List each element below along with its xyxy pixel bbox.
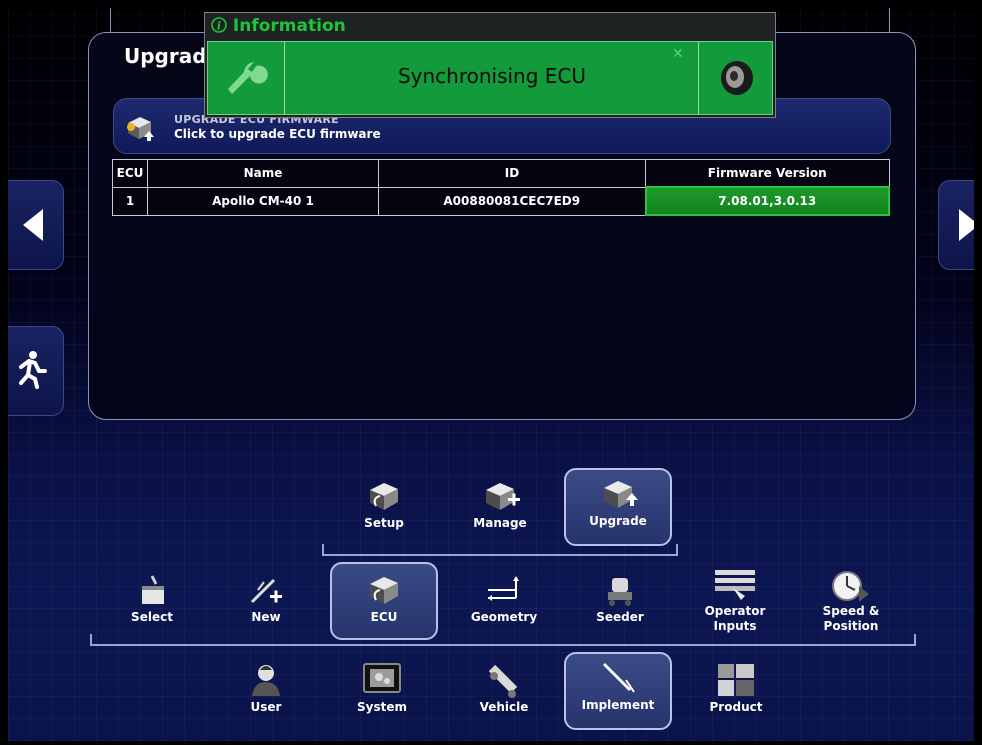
nav-seeder-label: Seeder: [596, 610, 644, 624]
cell-name: Apollo CM-40 1: [147, 186, 379, 216]
nav-product[interactable]: Product: [696, 660, 776, 726]
nav-manage[interactable]: Manage: [464, 470, 536, 548]
vehicle-icon: [488, 664, 518, 698]
exit-icon: [19, 351, 47, 389]
wrench-button[interactable]: [208, 42, 285, 114]
seeder-icon: [608, 578, 632, 606]
nav-upgrade-label: Upgrade: [589, 514, 647, 528]
nav-operator-inputs-label-1: Operator: [704, 604, 766, 618]
speaker-button[interactable]: [698, 42, 773, 114]
nav-system-label: System: [357, 700, 407, 714]
nav-new[interactable]: New: [226, 570, 306, 636]
nav-manage-label: Manage: [473, 516, 527, 530]
svg-text:i: i: [217, 20, 221, 33]
table-header-row: ECU Name ID Firmware Version: [112, 159, 890, 188]
column-header-name: Name: [147, 159, 379, 188]
information-popup: i Information Synchronising ECU ✕: [204, 12, 776, 118]
nav-geometry-label: Geometry: [470, 610, 538, 624]
nav-connector-top: [322, 554, 678, 556]
nav-product-label: Product: [709, 700, 763, 714]
nav-implement[interactable]: Implement: [564, 652, 672, 730]
left-arrow-icon: [23, 209, 43, 241]
nav-connector-top-right: [676, 544, 678, 556]
column-header-firmware: Firmware Version: [645, 159, 890, 188]
nav-speed-position-label-2: Position: [823, 619, 879, 633]
next-page-button[interactable]: [938, 180, 974, 270]
new-implement-icon: [250, 578, 282, 604]
nav-implement-label: Implement: [581, 698, 655, 712]
system-icon: [363, 663, 401, 693]
nav-ecu[interactable]: ECU: [330, 562, 438, 640]
nav-geometry[interactable]: Geometry: [464, 570, 544, 636]
nav-user-label: User: [250, 700, 282, 714]
nav-seeder[interactable]: Seeder: [580, 570, 660, 636]
table-row[interactable]: 1 Apollo CM-40 1 A00880081CEC7ED9 7.08.0…: [112, 186, 890, 216]
nav-vehicle[interactable]: Vehicle: [464, 660, 544, 726]
geometry-icon: [488, 576, 519, 601]
nav-system[interactable]: System: [342, 660, 422, 726]
ecu-table: ECU Name ID Firmware Version 1 Apollo CM…: [112, 159, 890, 216]
speaker-icon: [721, 61, 753, 95]
nav-operator-inputs-label-2: Inputs: [713, 619, 757, 633]
ecu-icon: [370, 577, 398, 604]
information-message: Synchronising ECU: [397, 64, 587, 88]
information-body: Synchronising ECU ✕: [207, 41, 773, 115]
product-icon: [718, 664, 754, 696]
nav-connector-top-left: [322, 544, 324, 556]
implement-icon: [602, 662, 635, 693]
speed-position-icon: [832, 571, 869, 602]
nav-ecu-label: ECU: [370, 610, 398, 624]
information-title: i Information: [211, 16, 346, 36]
nav-vehicle-label: Vehicle: [479, 700, 529, 714]
nav-connector-middle-right: [914, 634, 916, 646]
nav-speed-position-label-1: Speed &: [822, 604, 880, 618]
nav-connector-middle: [90, 644, 916, 646]
nav-setup-label: Setup: [364, 516, 404, 530]
previous-page-button[interactable]: [8, 180, 64, 270]
ecu-setup-icon: [370, 483, 398, 510]
ecu-upgrade-icon: [127, 117, 154, 141]
wrench-icon: [228, 62, 268, 94]
cell-id: A00880081CEC7ED9: [378, 186, 646, 216]
column-header-id: ID: [378, 159, 646, 188]
screen: Upgrad UPGRADE ECU FIRMWARE Click to upg…: [8, 8, 974, 741]
info-icon: i: [211, 17, 227, 33]
user-icon: [252, 665, 280, 696]
nav-select[interactable]: Select: [112, 570, 192, 636]
close-icon[interactable]: ✕: [672, 46, 684, 62]
operator-inputs-icon: [715, 570, 755, 600]
nav-new-label: New: [251, 610, 281, 624]
page-title: Upgrad: [124, 44, 207, 68]
select-icon: [142, 575, 164, 604]
nav-connector-middle-left: [90, 634, 92, 646]
right-arrow-icon: [959, 209, 974, 241]
nav-select-label: Select: [131, 610, 173, 624]
nav-user[interactable]: User: [226, 660, 306, 726]
information-title-text: Information: [232, 16, 346, 36]
cell-firmware: 7.08.01,3.0.13: [644, 186, 890, 216]
exit-button[interactable]: [8, 326, 64, 416]
banner-subtitle: Click to upgrade ECU firmware: [174, 127, 381, 141]
nav-operator-inputs[interactable]: Operator Inputs: [692, 566, 778, 640]
ecu-manage-icon: [486, 483, 520, 510]
cell-ecu: 1: [112, 186, 148, 216]
column-header-ecu: ECU: [112, 159, 148, 188]
nav-speed-position[interactable]: Speed & Position: [808, 566, 894, 640]
nav-upgrade[interactable]: Upgrade: [564, 468, 672, 546]
ecu-upgrade-icon: [604, 481, 638, 508]
nav-setup[interactable]: Setup: [348, 470, 420, 548]
